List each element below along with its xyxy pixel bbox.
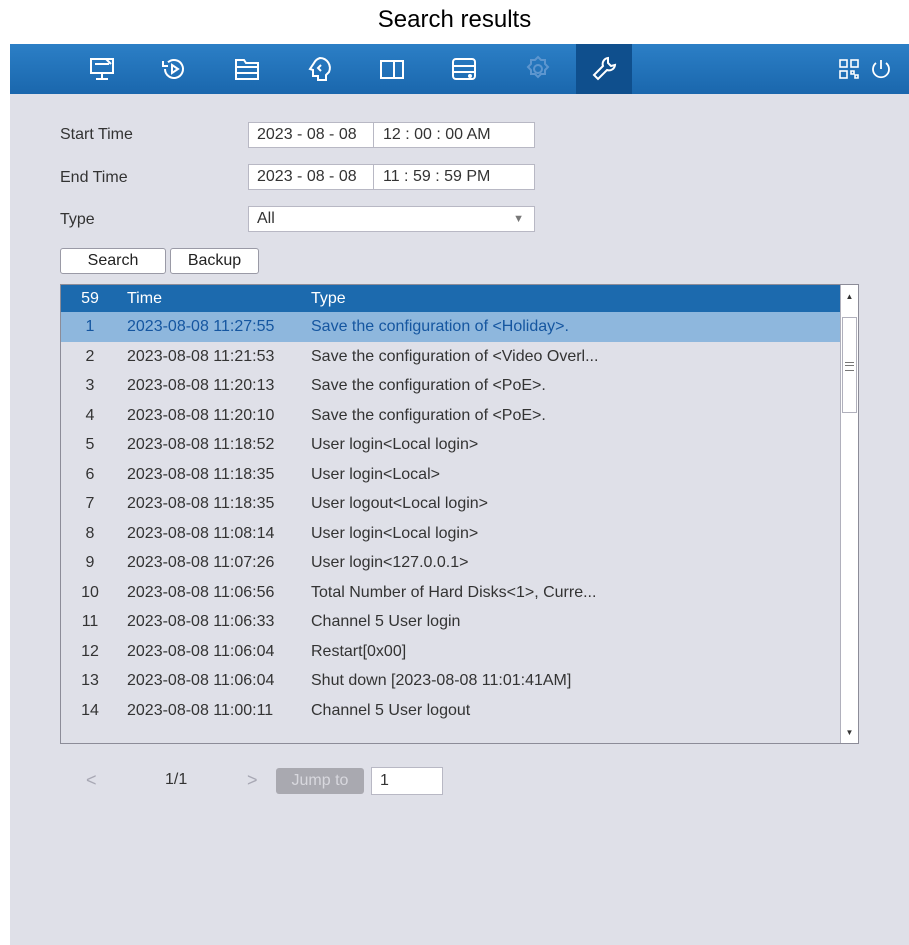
- row-number: 1: [85, 318, 95, 335]
- live-view-icon[interactable]: [74, 44, 130, 94]
- table-row[interactable]: 4 2023-08-08 11:20:10 Save the configurati…: [61, 401, 840, 431]
- type-label: Type: [60, 211, 95, 228]
- top-nav-bar: [10, 44, 909, 94]
- column-header-time[interactable]: Time: [127, 285, 162, 312]
- row-time: 2023-08-08 11:18:35: [127, 495, 275, 512]
- row-number: 2: [85, 347, 95, 365]
- power-icon[interactable]: [868, 56, 894, 82]
- table-row[interactable]: 5 2023-08-08 11:18:52 User login<Local log…: [61, 430, 840, 460]
- table-header: 59 Time Type: [61, 285, 840, 312]
- table-row[interactable]: 12 2023-08-08 11:06:04 Restart[0x00]: [61, 637, 840, 667]
- jump-to-button[interactable]: Jump to: [276, 768, 364, 794]
- row-type: Channel 5 User logout: [311, 701, 471, 719]
- row-time: 2023-08-08 11:20:13: [127, 377, 275, 394]
- chevron-down-icon: ▼: [513, 213, 524, 225]
- row-number: 9: [85, 554, 95, 571]
- row-number: 4: [85, 406, 95, 424]
- row-time: 2023-08-08 11:06:04: [127, 642, 275, 660]
- row-time: 2023-08-08 11:06:56: [127, 583, 275, 601]
- row-type: Channel 5 User login: [311, 613, 461, 630]
- page-caption: Search results: [377, 6, 532, 33]
- row-type: Save the configuration of <Video Overl..…: [311, 347, 599, 365]
- row-type: Shut down [2023-08-08 11:01:41AM]: [311, 672, 572, 689]
- row-type: Save the configuration of <PoE>.: [311, 377, 546, 394]
- table-row[interactable]: 13 2023-08-08 11:06:04 Shut down [2023-08-…: [61, 666, 840, 696]
- end-date-value[interactable]: 2023 - 08 - 08: [249, 165, 357, 189]
- row-type: Restart[0x00]: [311, 642, 407, 660]
- camera-icon[interactable]: [364, 44, 420, 94]
- row-number: 14: [81, 701, 99, 719]
- table-row[interactable]: 7 2023-08-08 11:18:35 User logout<Local lo…: [61, 489, 840, 519]
- row-type: User login<Local login>: [311, 524, 479, 542]
- type-select[interactable]: All ▼: [248, 206, 535, 232]
- row-type: User login<Local login>: [311, 436, 479, 453]
- scroll-up-arrow-icon[interactable]: ▲: [842, 287, 857, 305]
- storage-icon[interactable]: [436, 44, 492, 94]
- table-row[interactable]: 6 2023-08-08 11:18:35 User login<Local>: [61, 460, 840, 490]
- table-body: 1 2023-08-08 11:27:55 Save the configurati…: [61, 312, 840, 725]
- row-number: 8: [85, 524, 95, 542]
- playback-icon[interactable]: [146, 44, 202, 94]
- row-time: 2023-08-08 11:18:52: [127, 436, 275, 453]
- end-time-field[interactable]: 2023 - 08 - 08 11 : 59 : 59 PM: [248, 164, 535, 190]
- prev-page-button[interactable]: <: [86, 770, 97, 791]
- row-type: Total Number of Hard Disks<1>, Curre...: [311, 583, 597, 601]
- start-time-field[interactable]: 2023 - 08 - 08 12 : 00 : 00 AM: [248, 122, 535, 148]
- row-number: 6: [85, 465, 95, 483]
- row-time: 2023-08-08 11:18:35: [127, 465, 275, 483]
- row-time: 2023-08-08 11:27:55: [127, 318, 275, 335]
- log-table: 59 Time Type 1 2023-08-08 11:27:55 Save th…: [60, 284, 859, 744]
- row-number: 7: [85, 495, 95, 512]
- jump-page-input[interactable]: 1: [371, 767, 443, 795]
- row-time: 2023-08-08 11:00:11: [127, 701, 274, 719]
- table-row[interactable]: 3 2023-08-08 11:20:13 Save the configurati…: [61, 371, 840, 401]
- end-clock-value[interactable]: 11 : 59 : 59 PM: [375, 165, 490, 189]
- row-type: Save the configuration of <Holiday>.: [311, 318, 569, 335]
- table-row[interactable]: 10 2023-08-08 11:06:56 Total Number of Har…: [61, 578, 840, 608]
- row-number: 11: [81, 613, 99, 630]
- row-time: 2023-08-08 11:07:26: [127, 554, 275, 571]
- app-window: Start Time 2023 - 08 - 08 12 : 00 : 00 A…: [10, 44, 909, 945]
- row-type: User login<Local>: [311, 465, 440, 483]
- row-type: Save the configuration of <PoE>.: [311, 406, 546, 424]
- row-number: 13: [81, 672, 99, 689]
- row-number: 5: [85, 436, 95, 453]
- start-date-value[interactable]: 2023 - 08 - 08: [249, 123, 357, 147]
- table-row[interactable]: 11 2023-08-08 11:06:33 Channel 5 User logi…: [61, 607, 840, 637]
- table-row[interactable]: 2 2023-08-08 11:21:53 Save the configurati…: [61, 342, 840, 372]
- row-type: User login<127.0.0.1>: [311, 554, 469, 571]
- row-time: 2023-08-08 11:08:14: [127, 524, 275, 542]
- search-button[interactable]: Search: [60, 248, 166, 274]
- column-header-type[interactable]: Type: [311, 285, 346, 312]
- type-select-value: All: [257, 210, 275, 227]
- scroll-down-arrow-icon[interactable]: ▼: [842, 723, 857, 741]
- next-page-button[interactable]: >: [247, 770, 258, 791]
- grip-icon: [845, 362, 854, 371]
- scrollbar-thumb[interactable]: [842, 317, 857, 413]
- settings-icon[interactable]: [510, 44, 566, 94]
- end-time-label: End Time: [60, 169, 128, 186]
- row-time: 2023-08-08 11:06:33: [127, 613, 275, 630]
- start-time-label: Start Time: [60, 126, 133, 143]
- maintenance-icon[interactable]: [576, 44, 632, 94]
- table-row[interactable]: 9 2023-08-08 11:07:26 User login<127.0.0.1…: [61, 548, 840, 578]
- backup-button[interactable]: Backup: [170, 248, 259, 274]
- row-number: 12: [81, 642, 99, 660]
- row-time: 2023-08-08 11:20:10: [127, 406, 275, 424]
- start-clock-value[interactable]: 12 : 00 : 00 AM: [375, 123, 491, 147]
- row-number: 3: [85, 377, 95, 394]
- table-row[interactable]: 8 2023-08-08 11:08:14 User login<Local log…: [61, 519, 840, 549]
- qr-code-icon[interactable]: [836, 56, 862, 82]
- page-indicator: 1/1: [165, 771, 188, 788]
- smart-analytics-icon[interactable]: [292, 44, 348, 94]
- table-scrollbar[interactable]: ▲ ▼: [840, 285, 858, 743]
- row-type: User logout<Local login>: [311, 495, 489, 512]
- row-count: 59: [81, 290, 99, 307]
- row-number: 10: [81, 583, 99, 601]
- table-row[interactable]: 14 2023-08-08 11:00:11 Channel 5 User logo…: [61, 696, 840, 726]
- row-time: 2023-08-08 11:06:04: [127, 672, 275, 689]
- file-management-icon[interactable]: [219, 44, 275, 94]
- row-time: 2023-08-08 11:21:53: [127, 347, 275, 365]
- table-row[interactable]: 1 2023-08-08 11:27:55 Save the configurati…: [61, 312, 840, 342]
